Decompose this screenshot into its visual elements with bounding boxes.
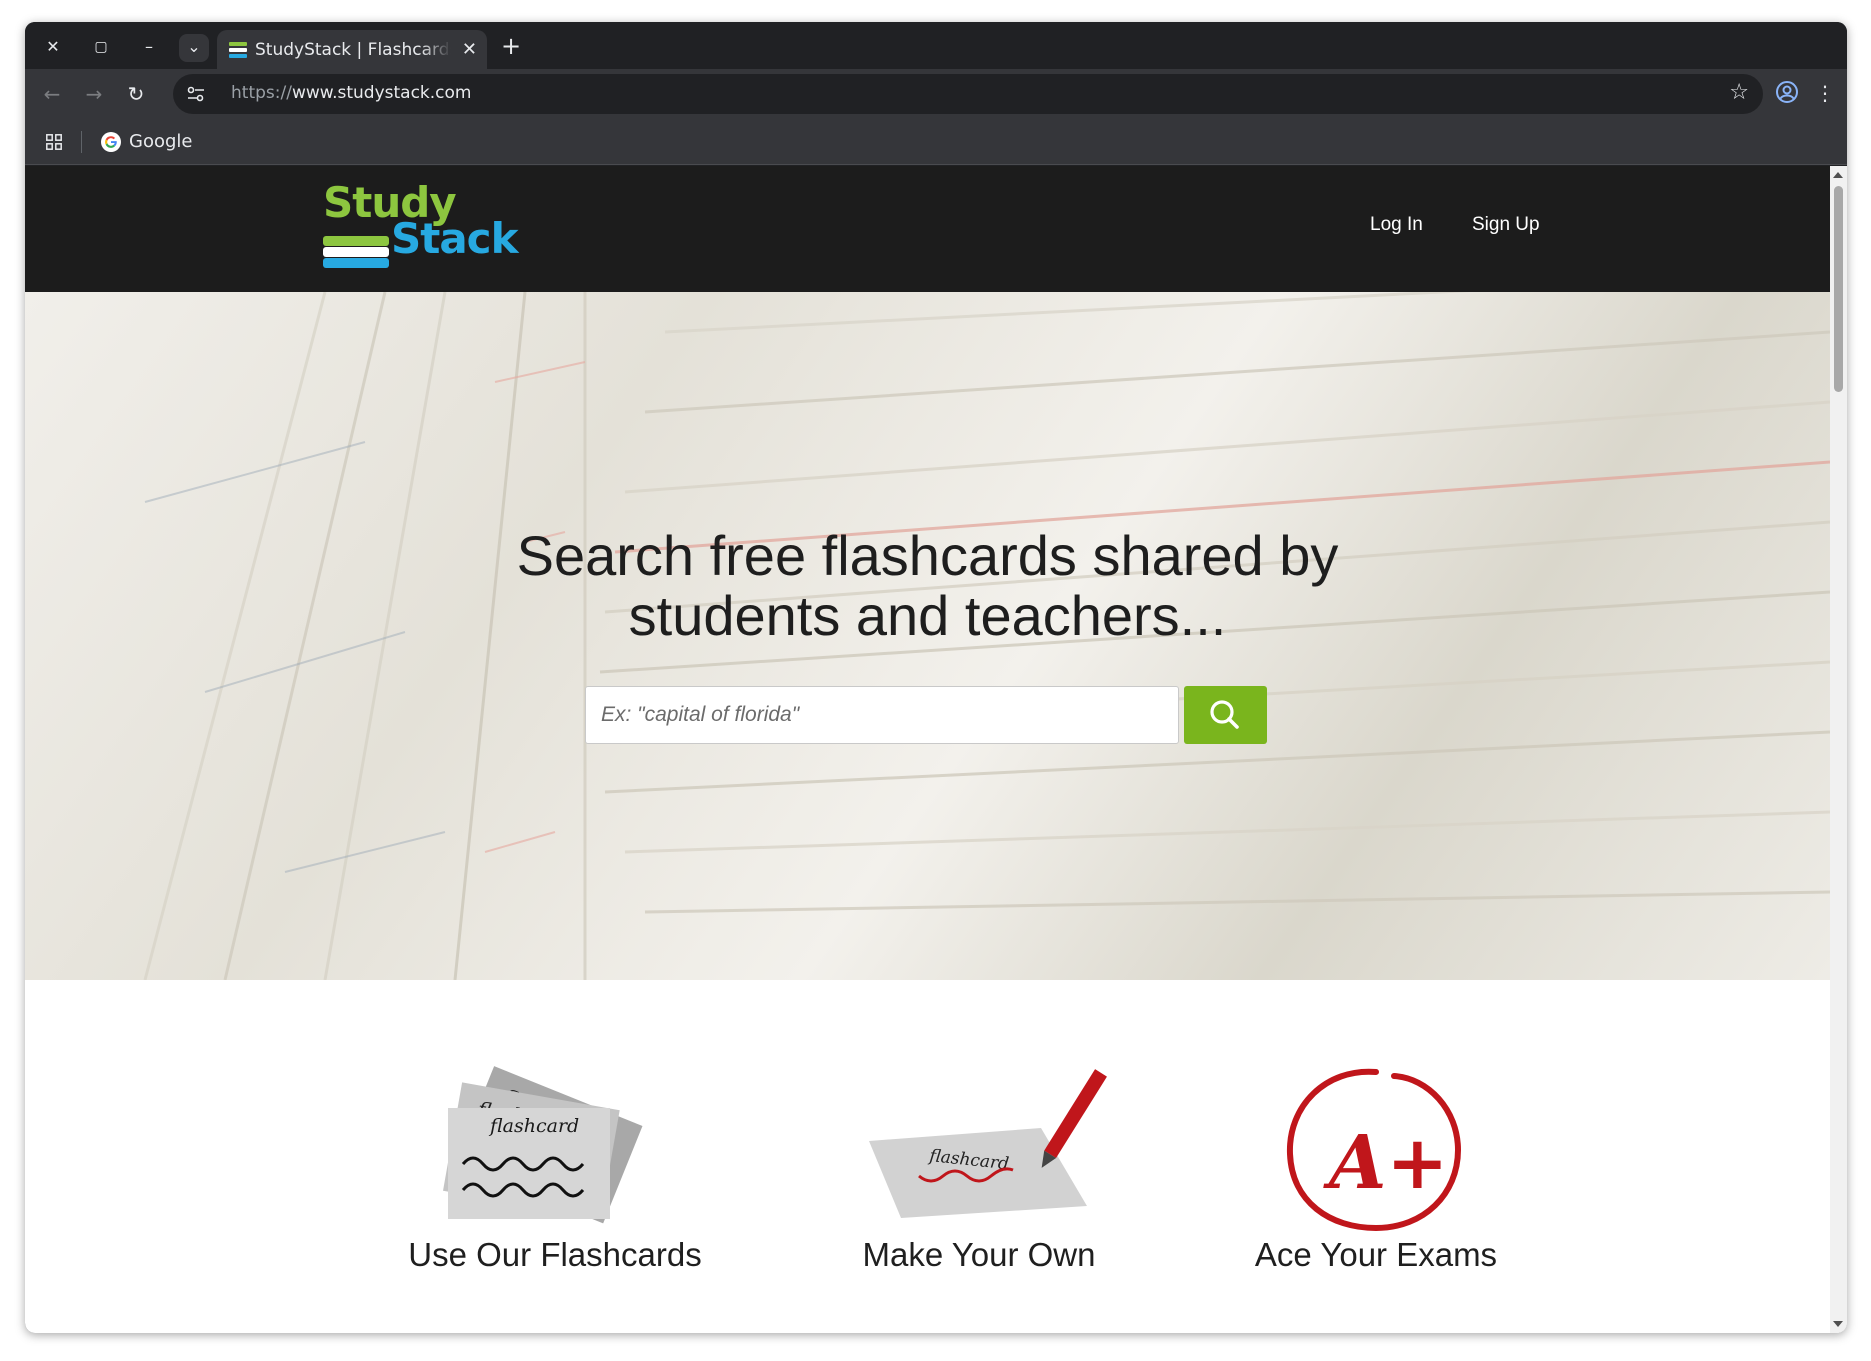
page-viewport: Study Stack Log In Sign Up Search free f… <box>25 166 1847 1333</box>
tab-studystack[interactable]: StudyStack | Flashcards ✕ <box>217 30 487 70</box>
google-icon <box>101 132 121 152</box>
url-scheme: https:// <box>231 83 292 103</box>
signup-link[interactable]: Sign Up <box>1472 214 1540 236</box>
url-text: https://www.studystack.com <box>231 83 471 103</box>
grade-a-plus-icon: A+ <box>1286 1068 1462 1232</box>
flashcard-search-input[interactable] <box>585 686 1179 744</box>
forward-icon[interactable]: → <box>81 81 107 107</box>
page-scrollbar[interactable] <box>1830 166 1847 1333</box>
bookmark-label: Google <box>129 131 193 152</box>
hero-heading-line2: students and teachers... <box>628 584 1227 647</box>
card-front-word: flashcard <box>488 1115 579 1137</box>
site-settings-icon[interactable] <box>187 86 205 102</box>
bookmarks-bar: Google <box>25 119 1847 165</box>
studystack-favicon-icon <box>229 42 247 58</box>
hero-heading-line1: Search free flashcards shared by <box>516 524 1339 587</box>
window-maximize-icon[interactable]: ▢ <box>89 35 113 59</box>
tab-strip: ✕ ▢ – ⌄ StudyStack | Flashcards ✕ + <box>25 22 1847 70</box>
browser-menu-icon[interactable]: ⋮ <box>1815 81 1835 105</box>
site-header: Study Stack Log In Sign Up <box>25 166 1830 292</box>
window-minimize-icon[interactable]: – <box>137 35 161 59</box>
scroll-down-arrow-icon[interactable] <box>1833 1321 1843 1327</box>
feature-ace-exams[interactable]: A+ Ace Your Exams <box>1166 1066 1586 1316</box>
search-button[interactable] <box>1184 686 1267 744</box>
logo-book-green <box>323 236 389 246</box>
scroll-up-arrow-icon[interactable] <box>1833 172 1843 178</box>
studystack-logo[interactable]: Study Stack <box>323 178 523 278</box>
logo-book-blue <box>323 258 389 268</box>
new-tab-button[interactable]: + <box>501 34 521 58</box>
hero-heading: Search free flashcards shared by student… <box>25 526 1830 646</box>
tab-close-icon[interactable]: ✕ <box>462 39 477 61</box>
hero-section: Search free flashcards shared by student… <box>25 292 1830 980</box>
feature-label: Use Our Flashcards <box>408 1236 702 1273</box>
feature-label: Ace Your Exams <box>1254 1236 1498 1273</box>
logo-book-white <box>323 247 389 257</box>
logo-text-stack: Stack <box>391 214 518 263</box>
profile-icon[interactable] <box>1775 80 1799 104</box>
login-link[interactable]: Log In <box>1370 214 1423 236</box>
window-close-icon[interactable]: ✕ <box>41 35 65 59</box>
grade-text: A+ <box>1323 1120 1448 1206</box>
back-icon[interactable]: ← <box>39 81 65 107</box>
flashcards-stack-icon: flashc flashc flashcard <box>443 1066 643 1224</box>
chevron-down-icon: ⌄ <box>187 37 201 56</box>
bookmarks-divider <box>81 131 82 153</box>
browser-toolbar: ← → ↻ https://www.studystack.com ☆ ⋮ <box>25 69 1847 119</box>
apps-grid-icon[interactable] <box>46 134 62 150</box>
address-bar[interactable]: https://www.studystack.com ☆ <box>173 74 1763 114</box>
search-icon <box>1210 700 1239 729</box>
tab-title: StudyStack | Flashcards <box>255 40 451 60</box>
pen-on-card-icon: flashcard <box>869 1069 1107 1218</box>
tab-search-button[interactable]: ⌄ <box>179 34 209 62</box>
reload-icon[interactable]: ↻ <box>123 81 149 107</box>
scrollbar-thumb[interactable] <box>1834 186 1843 392</box>
bookmark-star-icon[interactable]: ☆ <box>1729 80 1749 106</box>
feature-label: Make Your Own <box>862 1236 1096 1273</box>
url-host: www.studystack.com <box>291 83 472 103</box>
browser-window: ✕ ▢ – ⌄ StudyStack | Flashcards ✕ + ← → … <box>25 22 1847 1333</box>
feature-make-your-own[interactable]: flashcard Make Your Own <box>769 1066 1189 1316</box>
feature-use-flashcards[interactable]: flashc flashc flashcard Use Our Flashcar… <box>345 1066 765 1316</box>
